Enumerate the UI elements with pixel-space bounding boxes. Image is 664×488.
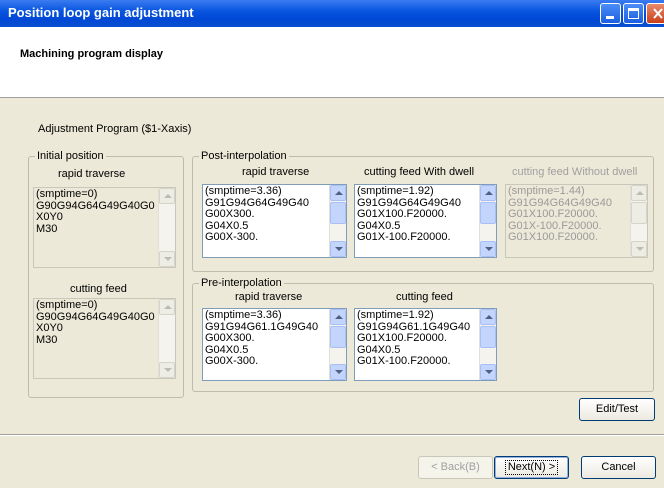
post-nodwell-scrollbar[interactable]: [630, 185, 647, 257]
post-rapid-scroll-down[interactable]: [330, 241, 346, 257]
maximize-button[interactable]: [623, 3, 644, 24]
scroll-up-arrow-icon: [335, 191, 343, 195]
pre-cutting-scroll-down[interactable]: [480, 364, 496, 380]
post-rapid-scroll-thumb[interactable]: [330, 202, 346, 224]
pre-cutting-text: (smptime=1.92) G91G94G61.1G49G40 G01X100…: [357, 309, 471, 367]
pre-rapid-scroll-up[interactable]: [330, 309, 346, 325]
pre-rapid-label: rapid traverse: [235, 291, 303, 303]
post-rapid-text: (smptime=3.36) G91G94G64G49G40 G00X300. …: [205, 185, 309, 243]
post-dwell-scrollbar[interactable]: [479, 185, 496, 257]
post-dwell-scroll-down[interactable]: [480, 241, 496, 257]
scroll-down-arrow-icon: [335, 247, 343, 251]
scroll-up-arrow-icon: [335, 315, 343, 319]
post-nodwell-scroll-thumb[interactable]: [631, 202, 647, 224]
maximize-icon: [628, 8, 639, 19]
initial-rapid-label: rapid traverse: [58, 168, 126, 180]
close-icon: [653, 8, 663, 19]
post-rapid-label: rapid traverse: [242, 166, 310, 178]
post-rapid-program[interactable]: (smptime=3.36) G91G94G64G49G40 G00X300. …: [202, 184, 347, 258]
pre-cutting-scroll-up[interactable]: [480, 309, 496, 325]
initial-cutting-text: (smptime=0) G90G94G64G49G40G0 X0Y0 M30: [36, 299, 155, 346]
scroll-down-arrow-icon: [485, 370, 493, 374]
post-interpolation-legend: Post-interpolation: [201, 150, 287, 162]
pre-cutting-label: cutting feed: [396, 291, 453, 303]
scroll-up-arrow-icon: [485, 315, 493, 319]
post-rapid-scrollbar[interactable]: [329, 185, 346, 257]
pre-cutting-program[interactable]: (smptime=1.92) G91G94G61.1G49G40 G01X100…: [354, 308, 497, 381]
initial-rapid-scrollbar[interactable]: [158, 188, 175, 267]
scroll-up-arrow-icon: [636, 191, 644, 195]
pre-cutting-scrollbar[interactable]: [479, 309, 496, 380]
initial-rapid-scroll-up[interactable]: [159, 188, 175, 204]
initial-cutting-scroll-down[interactable]: [159, 362, 175, 378]
pre-rapid-program[interactable]: (smptime=3.36) G91G94G61.1G49G40 G00X300…: [202, 308, 347, 381]
post-dwell-program[interactable]: (smptime=1.92) G91G94G64G49G40 G01X100.F…: [354, 184, 497, 258]
post-dwell-text: (smptime=1.92) G91G94G64G49G40 G01X100.F…: [357, 185, 461, 243]
pre-interpolation-legend: Pre-interpolation: [201, 277, 282, 289]
initial-cutting-scrollbar[interactable]: [158, 299, 175, 378]
post-dwell-scroll-up[interactable]: [480, 185, 496, 201]
initial-rapid-program[interactable]: (smptime=0) G90G94G64G49G40G0 X0Y0 M30: [33, 187, 176, 268]
initial-cutting-program[interactable]: (smptime=0) G90G94G64G49G40G0 X0Y0 M30: [33, 298, 176, 379]
post-nodwell-scroll-up[interactable]: [631, 185, 647, 201]
scroll-up-arrow-icon: [164, 194, 172, 198]
edit-test-button[interactable]: Edit/Test: [579, 398, 655, 421]
close-button[interactable]: [646, 3, 664, 24]
initial-rapid-scroll-down[interactable]: [159, 251, 175, 267]
initial-cutting-scroll-up[interactable]: [159, 299, 175, 315]
back-button[interactable]: < Back(B): [418, 456, 493, 479]
scroll-down-arrow-icon: [636, 247, 644, 251]
pre-rapid-scroll-down[interactable]: [330, 364, 346, 380]
pre-cutting-scroll-thumb[interactable]: [480, 326, 496, 348]
minimize-button[interactable]: [600, 3, 621, 24]
scroll-down-arrow-icon: [485, 247, 493, 251]
scroll-up-arrow-icon: [485, 191, 493, 195]
scroll-up-arrow-icon: [164, 305, 172, 309]
initial-rapid-text: (smptime=0) G90G94G64G49G40G0 X0Y0 M30: [36, 188, 155, 235]
scroll-down-arrow-icon: [164, 257, 172, 261]
program-label: Adjustment Program ($1-Xaxis): [38, 123, 192, 135]
minimize-icon: [606, 16, 614, 19]
initial-cutting-label: cutting feed: [70, 283, 127, 295]
initial-position-legend: Initial position: [37, 150, 104, 162]
pre-rapid-text: (smptime=3.36) G91G94G61.1G49G40 G00X300…: [205, 309, 319, 367]
title-bar: Position loop gain adjustment: [0, 0, 664, 27]
pre-rapid-scrollbar[interactable]: [329, 309, 346, 380]
scroll-down-arrow-icon: [335, 370, 343, 374]
page-title: Machining program display: [20, 48, 164, 60]
post-rapid-scroll-up[interactable]: [330, 185, 346, 201]
wizard-header: Machining program display: [0, 27, 664, 98]
pre-rapid-scroll-thumb[interactable]: [330, 326, 346, 348]
next-button[interactable]: Next(N) >: [494, 456, 569, 479]
post-nodwell-text: (smptime=1.44) G91G94G64G49G40 G01X100.F…: [508, 185, 612, 243]
post-dwell-scroll-thumb[interactable]: [480, 202, 496, 224]
next-button-label: Next(N) >: [504, 460, 559, 475]
cancel-button[interactable]: Cancel: [581, 456, 656, 479]
post-dwell-label: cutting feed With dwell: [364, 166, 475, 178]
post-nodwell-scroll-down[interactable]: [631, 241, 647, 257]
window-title: Position loop gain adjustment: [8, 5, 194, 20]
footer-divider: [0, 434, 664, 436]
post-nodwell-program[interactable]: (smptime=1.44) G91G94G64G49G40 G01X100.F…: [505, 184, 648, 258]
scroll-down-arrow-icon: [164, 368, 172, 372]
post-nodwell-label: cutting feed Without dwell: [512, 166, 638, 178]
